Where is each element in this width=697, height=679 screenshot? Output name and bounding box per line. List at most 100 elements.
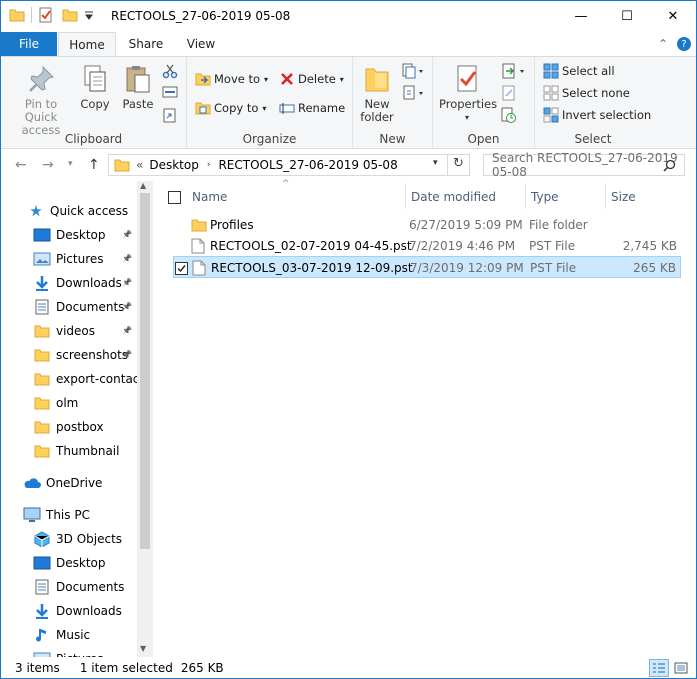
- address-dropdown-icon[interactable]: ▾: [433, 158, 438, 168]
- nav-item-label: olm: [56, 396, 79, 410]
- folder-icon: [191, 214, 207, 236]
- forward-arrow-icon[interactable]: →: [42, 157, 54, 173]
- nav-pc-item-3d-objects[interactable]: 3D Objects: [33, 528, 153, 550]
- select-all-checkbox[interactable]: [168, 187, 181, 207]
- search-input[interactable]: Search RECTOOLS_27-06-2019 05-08: [483, 151, 685, 179]
- easy-access-icon[interactable]: [401, 85, 425, 101]
- copy-icon: [84, 65, 106, 92]
- file-list: ^ Name Date modified Type Size Profiles 6…: [156, 179, 696, 657]
- tab-view[interactable]: View: [177, 32, 225, 56]
- search-placeholder: Search RECTOOLS_27-06-2019 05-08: [492, 151, 678, 179]
- table-row[interactable]: Profiles 6/27/2019 5:09 PM File folder: [173, 214, 681, 236]
- open-icon[interactable]: [501, 63, 527, 79]
- delete-button[interactable]: Delete ▾: [279, 71, 344, 87]
- table-row[interactable]: RECTOOLS_02-07-2019 04-45.pst 7/2/2019 4:…: [173, 235, 681, 257]
- nav-item-documents[interactable]: Documents: [33, 296, 153, 318]
- properties-icon[interactable]: [38, 7, 54, 23]
- breadcrumb-overflow[interactable]: «: [136, 158, 143, 172]
- pictures-icon: [33, 251, 51, 267]
- column-name[interactable]: Name: [192, 187, 227, 207]
- paste-button[interactable]: Paste: [118, 63, 158, 111]
- properties-icon: [457, 65, 477, 92]
- pin-to-quick-access-button[interactable]: Pin to Quick access: [7, 63, 75, 137]
- help-icon[interactable]: ?: [675, 32, 693, 56]
- select-all-button[interactable]: Select all: [543, 63, 615, 79]
- file-size: 265 KB: [633, 261, 676, 275]
- details-view-icon[interactable]: [649, 659, 669, 677]
- tab-home[interactable]: Home: [58, 32, 116, 57]
- folder-icon: [9, 9, 25, 22]
- refresh-icon[interactable]: ↻: [453, 156, 464, 171]
- new-group: New folder New: [353, 57, 433, 149]
- properties-button[interactable]: Properties ▾: [439, 63, 497, 124]
- cut-icon[interactable]: [162, 63, 178, 79]
- paste-shortcut-icon[interactable]: [162, 107, 178, 123]
- copy-button[interactable]: Copy: [77, 63, 113, 111]
- status-bar: 3 items 1 item selected 265 KB: [1, 657, 696, 678]
- recent-locations-chevron-icon[interactable]: ▾: [68, 159, 73, 169]
- nav-scrollbar-thumb[interactable]: [140, 193, 150, 549]
- tab-share[interactable]: Share: [119, 32, 173, 56]
- nav-this-pc[interactable]: This PC: [23, 504, 153, 526]
- delete-icon: [281, 73, 293, 85]
- ribbon-tabs: File Home Share View ⌃ ?: [1, 32, 696, 57]
- nav-item-export-contacts[interactable]: export-contacts: [33, 368, 153, 390]
- column-date-modified[interactable]: Date modified: [411, 187, 496, 207]
- new-item-icon[interactable]: [401, 63, 425, 79]
- tab-file[interactable]: File: [1, 32, 57, 56]
- column-type[interactable]: Type: [531, 187, 559, 207]
- new-folder-icon[interactable]: [62, 7, 78, 23]
- nav-pc-item-music[interactable]: Music: [33, 624, 153, 646]
- back-arrow-icon[interactable]: ←: [15, 157, 27, 173]
- address-bar[interactable]: « Desktop › RECTOOLS_27-06-2019 05-08 ▾ …: [108, 154, 470, 176]
- nav-item-screenshots[interactable]: screenshots: [33, 344, 153, 366]
- close-button[interactable]: ✕: [650, 1, 696, 31]
- column-size[interactable]: Size: [611, 187, 636, 207]
- ribbon-collapse-icon[interactable]: ⌃: [653, 32, 673, 56]
- rename-button[interactable]: Rename: [279, 100, 345, 116]
- nav-quick-access[interactable]: ★ Quick access: [27, 200, 153, 222]
- nav-item-label: Thumbnail: [56, 444, 120, 458]
- new-group-label: New: [379, 132, 406, 146]
- breadcrumb-desktop[interactable]: Desktop: [149, 158, 199, 172]
- invert-selection-button[interactable]: Invert selection: [543, 107, 651, 123]
- nav-onedrive[interactable]: OneDrive: [23, 472, 153, 494]
- scroll-up-icon[interactable]: ▲: [140, 181, 146, 190]
- sort-ascending-icon: ^: [282, 179, 290, 189]
- nav-pc-item-pictures[interactable]: Pictures: [33, 648, 153, 657]
- scroll-down-icon[interactable]: ▼: [140, 644, 146, 653]
- select-none-button[interactable]: Select none: [543, 85, 630, 101]
- maximize-button[interactable]: ☐: [604, 1, 650, 31]
- nav-pc-item-downloads[interactable]: Downloads: [33, 600, 153, 622]
- downloads-icon: [33, 603, 51, 619]
- nav-pc-item-documents[interactable]: Documents: [33, 576, 153, 598]
- nav-item-videos[interactable]: videos: [33, 320, 153, 342]
- table-row[interactable]: RECTOOLS_03-07-2019 12-09.pst 7/3/2019 12…: [173, 256, 681, 278]
- file-type: PST File: [529, 239, 576, 253]
- nav-item-downloads[interactable]: Downloads: [33, 272, 153, 294]
- nav-item-thumbnail[interactable]: Thumbnail: [33, 440, 153, 462]
- nav-pc-item-desktop[interactable]: Desktop: [33, 552, 153, 574]
- up-arrow-icon[interactable]: ↑: [88, 157, 100, 173]
- history-icon[interactable]: [501, 107, 517, 123]
- large-icons-view-icon[interactable]: [672, 660, 690, 676]
- file-size: 2,745 KB: [622, 239, 677, 253]
- customize-qat-icon[interactable]: [84, 10, 94, 20]
- explorer-window: RECTOOLS_27-06-2019 05-08 — ☐ ✕ File Hom…: [0, 0, 697, 679]
- new-folder-button[interactable]: New folder: [357, 63, 397, 124]
- file-date: 6/27/2019 5:09 PM: [409, 218, 523, 232]
- file-name: RECTOOLS_02-07-2019 04-45.pst: [210, 239, 412, 253]
- nav-item-desktop[interactable]: Desktop: [33, 224, 153, 246]
- breadcrumb-current[interactable]: RECTOOLS_27-06-2019 05-08: [218, 158, 397, 172]
- copy-path-icon[interactable]: [162, 85, 178, 99]
- nav-item-pictures[interactable]: Pictures: [33, 248, 153, 270]
- new-folder-icon: [365, 68, 389, 92]
- move-to-button[interactable]: Move to ▾: [195, 71, 268, 87]
- nav-item-olm[interactable]: olm: [33, 392, 153, 414]
- breadcrumb-chevron-icon[interactable]: ›: [207, 160, 211, 170]
- row-checkbox[interactable]: [175, 257, 188, 279]
- minimize-button[interactable]: —: [558, 1, 604, 31]
- copy-to-button[interactable]: Copy to ▾: [195, 100, 266, 116]
- nav-item-postbox[interactable]: postbox: [33, 416, 153, 438]
- edit-icon[interactable]: [501, 85, 517, 101]
